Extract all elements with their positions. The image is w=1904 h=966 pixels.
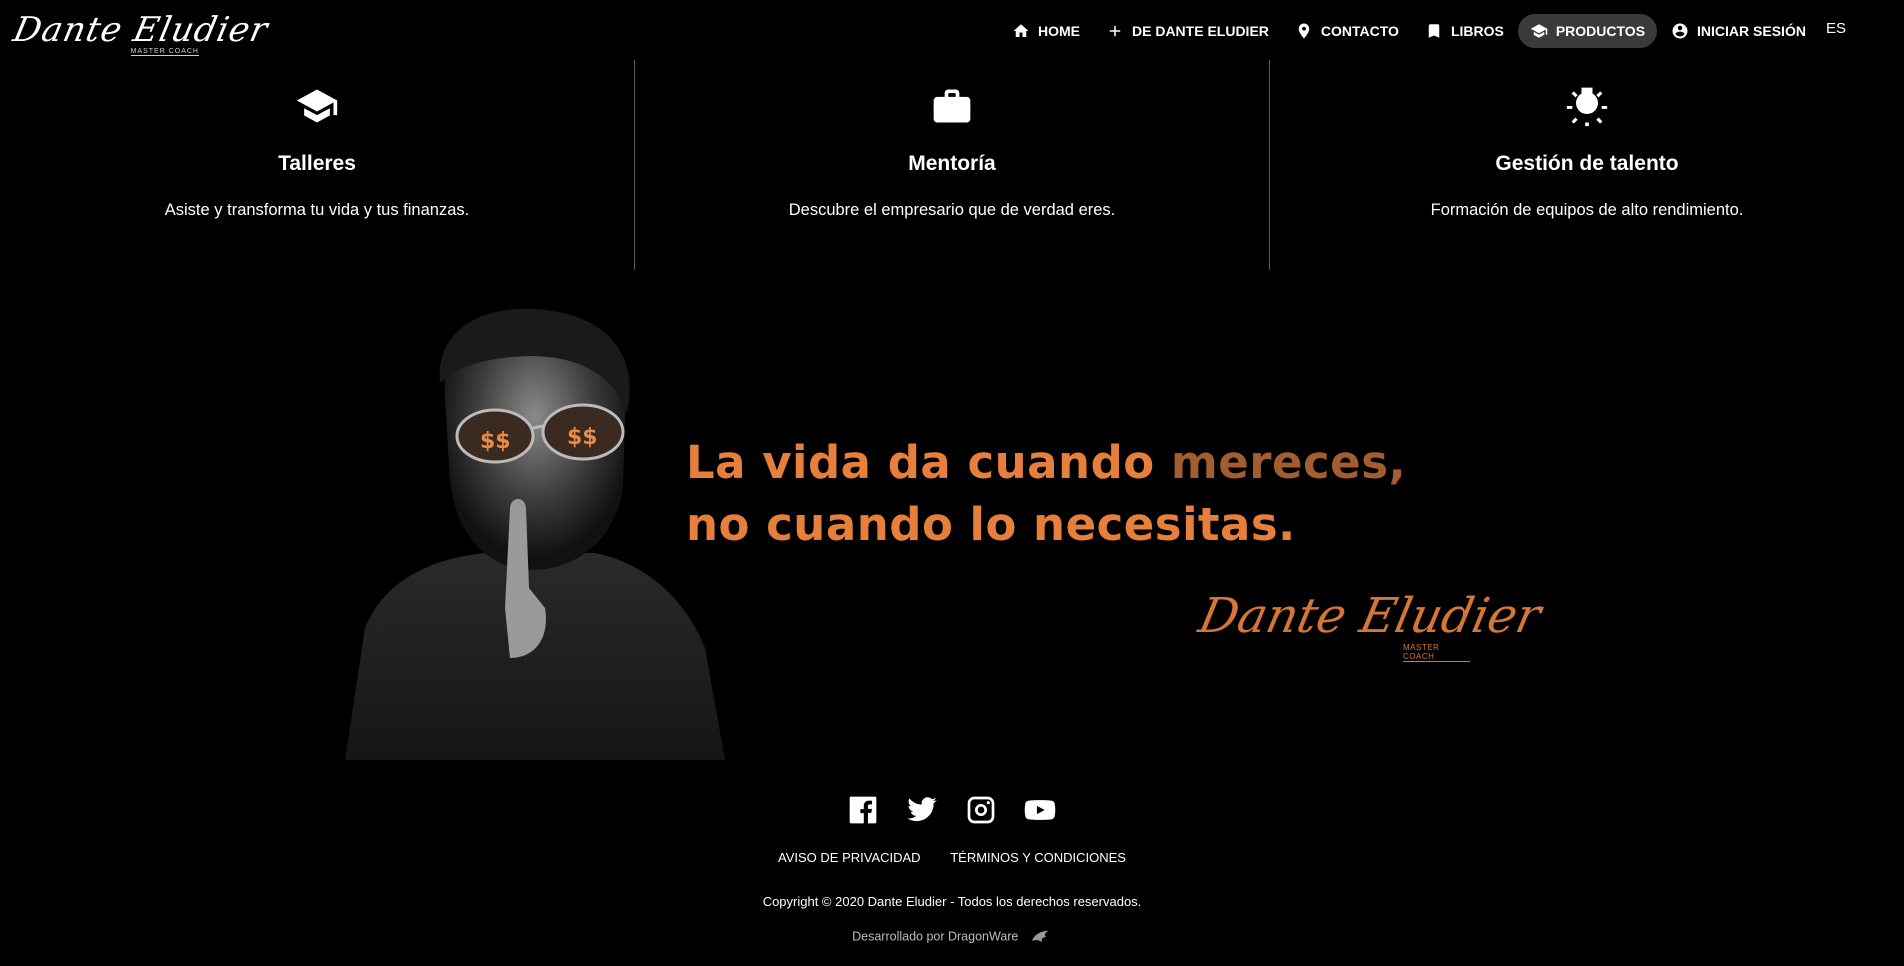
language-selector[interactable]: ES — [1826, 20, 1846, 37]
logo-signature: Dante Eludier — [9, 10, 272, 50]
feature-icon-wrap — [930, 84, 974, 128]
svg-text:$$: $$ — [567, 425, 598, 450]
svg-text:$$: $$ — [480, 429, 511, 454]
quote-line-2-part-b: necesitas. — [1033, 498, 1296, 551]
feature-title: Mentoría — [908, 152, 996, 175]
hero-banner: $$ $$ La vida da cuando mereces, no cuan… — [150, 298, 1546, 760]
twitter-link[interactable] — [906, 794, 938, 826]
graduation-cap-icon — [1530, 24, 1548, 38]
nav-libros[interactable]: LIBROS — [1413, 14, 1516, 48]
instagram-icon — [967, 796, 995, 824]
feature-title: Gestión de talento — [1495, 152, 1679, 175]
nav-iniciar-sesion-label: INICIAR SESIÓN — [1697, 23, 1806, 39]
location-pin-icon — [1298, 23, 1310, 39]
hero-quote: La vida da cuando mereces, no cuando lo … — [686, 432, 1406, 556]
plus-icon — [1109, 25, 1121, 37]
quote-line-1-part-a: La vida da cuando — [686, 436, 1171, 489]
quote-line-2-part-a: no cuando lo — [686, 498, 1034, 551]
feature-description: Descubre el empresario que de verdad ere… — [788, 201, 1116, 219]
dragon-icon — [1031, 930, 1049, 943]
facebook-link[interactable] — [847, 794, 879, 826]
main-nav: HOME DE DANTE ELUDIER CONTACTO LIBROS PR… — [1000, 14, 1846, 48]
feature-mentoria: Mentoría Descubre el empresario que de v… — [634, 60, 1269, 270]
feature-icon-wrap — [295, 84, 339, 128]
nav-iniciar-sesion[interactable]: INICIAR SESIÓN — [1659, 14, 1818, 48]
nav-productos[interactable]: PRODUCTOS — [1517, 14, 1658, 48]
home-icon — [1013, 24, 1029, 37]
logo-tagline: MASTER COACH — [130, 48, 199, 56]
hero-signature: Dante Eludier — [1194, 588, 1546, 644]
youtube-link[interactable] — [1024, 794, 1056, 826]
facebook-icon — [849, 796, 877, 824]
social-links — [847, 794, 1083, 826]
lightbulb-icon — [1566, 87, 1608, 127]
privacy-notice-link[interactable]: AVISO DE PRIVACIDAD — [778, 850, 921, 865]
nav-de-dante-eludier[interactable]: DE DANTE ELUDIER — [1094, 14, 1281, 48]
developer-credit-text: Desarrollado por DragonWare — [852, 929, 1019, 944]
terms-conditions-link[interactable]: TÉRMINOS Y CONDICIONES — [950, 850, 1126, 865]
developer-credit[interactable]: Desarrollado por DragonWare — [0, 929, 1904, 945]
nav-productos-label: PRODUCTOS — [1555, 23, 1646, 39]
site-logo[interactable]: Dante Eludier MASTER COACH — [10, 10, 272, 58]
hero-signature-tagline: MASTER COACH — [1403, 643, 1470, 662]
graduation-cap-icon — [296, 89, 338, 123]
nav-libros-label: LIBROS — [1450, 23, 1504, 39]
quote-line-2: no cuando lo necesitas. — [686, 494, 1406, 556]
quote-line-1-part-b: mereces, — [1170, 436, 1407, 489]
nav-de-dante-eludier-label: DE DANTE ELUDIER — [1132, 23, 1269, 39]
bookmark-icon — [1428, 24, 1440, 38]
feature-icon-wrap — [1565, 84, 1609, 128]
youtube-icon — [1024, 800, 1056, 820]
nav-contacto-label: CONTACTO — [1320, 23, 1399, 39]
copyright-text: Copyright © 2020 Dante Eludier - Todos l… — [762, 894, 1142, 909]
features-section: Talleres Asiste y transforma tu vida y t… — [0, 60, 1904, 270]
account-circle-icon — [1672, 23, 1688, 39]
legal-links: AVISO DE PRIVACIDAD TÉRMINOS Y CONDICION… — [0, 850, 1904, 865]
feature-description: Asiste y transforma tu vida y tus finanz… — [164, 201, 470, 219]
feature-gestion-de-talento: Gestión de talento Formación de equipos … — [1269, 60, 1904, 270]
twitter-icon — [907, 797, 937, 822]
nav-contacto[interactable]: CONTACTO — [1283, 14, 1411, 48]
site-header: Dante Eludier MASTER COACH HOME DE DANTE… — [0, 0, 1904, 60]
quote-line-1: La vida da cuando mereces, — [686, 432, 1406, 494]
nav-home-label: HOME — [1038, 23, 1080, 39]
feature-description: Formación de equipos de alto rendimiento… — [1430, 201, 1744, 219]
instagram-link[interactable] — [965, 794, 997, 826]
nav-home[interactable]: HOME — [1000, 14, 1092, 48]
briefcase-icon — [933, 89, 971, 123]
feature-talleres: Talleres Asiste y transforma tu vida y t… — [0, 60, 634, 270]
feature-title: Talleres — [278, 152, 356, 175]
